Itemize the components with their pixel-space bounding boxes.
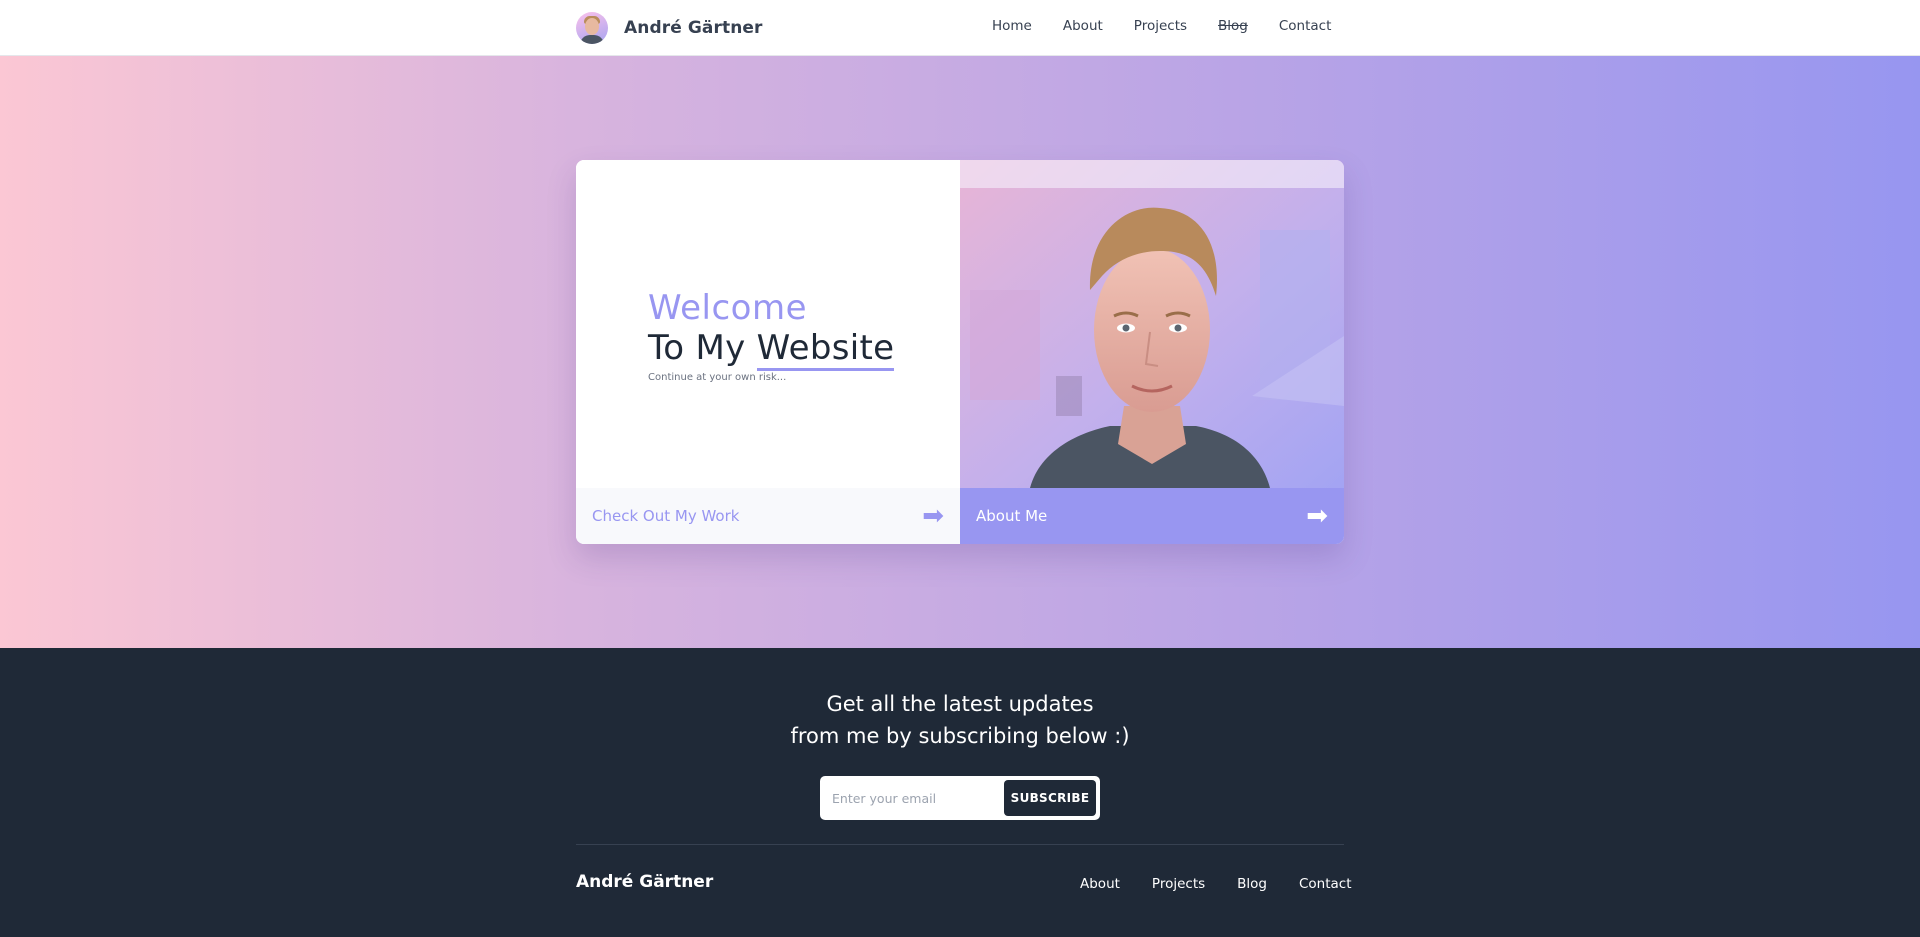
hero-title-highlight: Website bbox=[756, 328, 895, 371]
avatar-face bbox=[585, 18, 599, 35]
check-out-work-label: Check Out My Work bbox=[592, 507, 740, 525]
arrow-right-icon: ➡ bbox=[922, 501, 944, 531]
hero-welcome: Welcome bbox=[648, 288, 808, 328]
newsletter-headline: Get all the latest updates from me by su… bbox=[0, 688, 1920, 752]
nav-contact[interactable]: Contact bbox=[1279, 18, 1332, 34]
about-me-button[interactable]: About Me ➡ bbox=[960, 488, 1344, 544]
footer-nav-blog[interactable]: Blog bbox=[1237, 876, 1267, 892]
brand[interactable]: André Gärtner bbox=[576, 12, 763, 44]
hero-text-panel: Welcome To My Website Continue at your o… bbox=[576, 160, 960, 488]
footer-brand[interactable]: André Gärtner bbox=[576, 872, 713, 892]
footer-divider bbox=[576, 844, 1344, 845]
subscribe-button[interactable]: SUBSCRIBE bbox=[1004, 780, 1096, 816]
avatar bbox=[576, 12, 608, 44]
hero-tagline: Continue at your own risk... bbox=[648, 372, 787, 383]
profile-photo-illustration bbox=[960, 160, 1344, 488]
profile-photo bbox=[960, 160, 1344, 488]
email-input[interactable] bbox=[832, 786, 1000, 810]
hero-title: To My Website bbox=[648, 328, 895, 371]
arrow-right-icon: ➡ bbox=[1306, 501, 1328, 531]
footer-nav-contact[interactable]: Contact bbox=[1299, 876, 1352, 892]
nav-projects[interactable]: Projects bbox=[1134, 18, 1187, 34]
footer-nav-projects[interactable]: Projects bbox=[1152, 876, 1205, 892]
nav-blog[interactable]: Blog bbox=[1218, 18, 1248, 34]
check-out-work-button[interactable]: Check Out My Work ➡ bbox=[576, 488, 960, 544]
footer-nav-about[interactable]: About bbox=[1080, 876, 1120, 892]
about-me-label: About Me bbox=[976, 507, 1048, 525]
avatar-shirt bbox=[580, 35, 604, 44]
site-header: André Gärtner Home About Projects Blog C… bbox=[0, 0, 1920, 56]
subscribe-form: SUBSCRIBE bbox=[820, 776, 1100, 820]
footer-nav: About Projects Blog Contact bbox=[1048, 876, 1352, 892]
nav-about[interactable]: About bbox=[1063, 18, 1103, 34]
newsletter-headline-line2: from me by subscribing below :) bbox=[790, 724, 1130, 748]
site-footer: Get all the latest updates from me by su… bbox=[0, 648, 1920, 937]
brand-name[interactable]: André Gärtner bbox=[624, 18, 763, 38]
hero-section: Welcome To My Website Continue at your o… bbox=[0, 56, 1920, 648]
nav-home[interactable]: Home bbox=[992, 18, 1032, 34]
hero-title-prefix: To My bbox=[648, 328, 757, 368]
hero-card: Welcome To My Website Continue at your o… bbox=[576, 160, 1344, 544]
newsletter-headline-line1: Get all the latest updates bbox=[826, 692, 1094, 716]
main-nav: Home About Projects Blog Contact bbox=[960, 18, 1331, 34]
